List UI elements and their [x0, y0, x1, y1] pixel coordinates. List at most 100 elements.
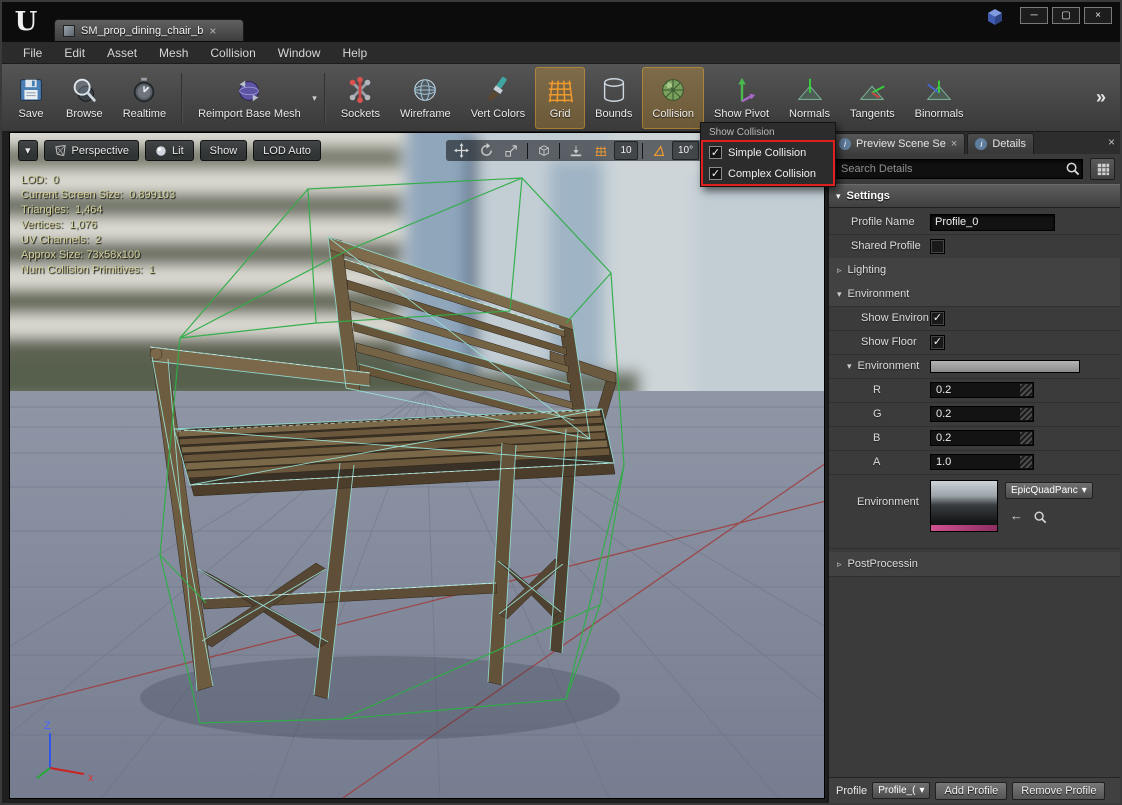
search-details-input[interactable]	[834, 159, 1083, 179]
vert-colors-button[interactable]: Vert Colors	[461, 67, 535, 129]
menu-collision[interactable]: Collision	[199, 42, 266, 63]
browse-icon	[74, 78, 97, 102]
row-show-floor: Show Floor ✓	[829, 330, 1120, 354]
normals-icon	[797, 78, 822, 100]
tangents-button[interactable]: Tangents	[840, 67, 905, 129]
tab-close-icon[interactable]: ×	[951, 138, 957, 150]
remove-profile-button[interactable]: Remove Profile	[1012, 781, 1106, 800]
perspective-button[interactable]: Perspective	[43, 140, 140, 161]
color-g-input[interactable]: 0.2	[930, 406, 1034, 422]
add-profile-button[interactable]: Add Profile	[935, 781, 1008, 800]
row-lighting-category[interactable]: ▹ Lighting	[829, 258, 1120, 282]
reimport-base-mesh-button[interactable]: Reimport Base Mesh ▾	[188, 67, 319, 129]
surface-snap-button[interactable]	[564, 141, 587, 160]
simple-collision-checkbox[interactable]: ✓	[709, 146, 722, 159]
scale-tool-button[interactable]	[500, 141, 523, 160]
profile-name-input[interactable]	[930, 213, 1055, 231]
expand-arrow-icon[interactable]: ▾	[836, 191, 841, 202]
asset-tab[interactable]: SM_prop_dining_chair_b ×	[54, 19, 244, 41]
coordinate-system-button[interactable]	[532, 141, 555, 160]
toolbar-separator	[559, 142, 560, 159]
collapse-arrow-icon[interactable]: ▹	[837, 265, 842, 276]
rotate-tool-button[interactable]	[475, 141, 498, 160]
lit-button[interactable]: Lit	[145, 140, 194, 161]
viewport[interactable]: Z x ▾ Perspective Lit Show LOD Auto 10 1…	[9, 132, 825, 799]
settings-section-header[interactable]: ▾ Settings	[829, 184, 1120, 208]
realtime-button[interactable]: Realtime	[113, 67, 176, 129]
search-icon[interactable]	[1065, 161, 1080, 176]
details-panel: i Preview Scene Se × i Details × ▾ Setti…	[827, 132, 1120, 803]
binormals-button[interactable]: Binormals	[905, 67, 974, 129]
angle-snap-button[interactable]	[647, 141, 670, 160]
menu-file[interactable]: File	[12, 42, 53, 63]
toolbar-separator	[323, 72, 326, 123]
unreal-engine-logo-icon: U	[14, 7, 38, 37]
bounds-button[interactable]: Bounds	[585, 67, 642, 129]
spinner-grip-icon[interactable]	[1020, 408, 1032, 420]
color-r-input[interactable]: 0.2	[930, 382, 1034, 398]
lod-auto-button[interactable]: LOD Auto	[253, 140, 321, 161]
profile-footer: Profile Profile_( ▾ Add Profile Remove P…	[829, 777, 1120, 803]
close-button[interactable]: ×	[1084, 7, 1112, 24]
main-toolbar: Save Browse Realtime Reimport Base Mesh …	[2, 64, 1120, 132]
asset-tab-close-icon[interactable]: ×	[209, 25, 216, 37]
menu-mesh[interactable]: Mesh	[148, 42, 199, 63]
tab-details[interactable]: i Details	[967, 133, 1034, 154]
complex-collision-checkbox[interactable]: ✓	[709, 167, 722, 180]
angle-snap-value[interactable]: 10°	[672, 141, 700, 160]
menu-item-complex-collision[interactable]: ✓ Complex Collision	[703, 163, 833, 184]
row-environment-category[interactable]: ▾ Environment	[829, 282, 1120, 306]
browse-button[interactable]: Browse	[56, 67, 113, 129]
show-button[interactable]: Show	[199, 140, 248, 161]
save-button[interactable]: Save	[6, 67, 56, 129]
show-floor-checkbox[interactable]: ✓	[930, 334, 945, 350]
browse-to-asset-icon[interactable]	[1033, 510, 1047, 524]
toolbar-separator	[527, 142, 528, 159]
menu-item-simple-collision[interactable]: ✓ Simple Collision	[703, 142, 833, 163]
chevron-down-icon: ▾	[919, 785, 925, 796]
row-postproc-category[interactable]: ▹ PostProcessin	[829, 552, 1120, 576]
minimize-button[interactable]: ─	[1020, 7, 1048, 24]
menu-edit[interactable]: Edit	[53, 42, 96, 63]
tab-preview-scene-settings[interactable]: i Preview Scene Se ×	[831, 133, 966, 154]
color-b-input[interactable]: 0.2	[930, 430, 1034, 446]
grid-snap-value[interactable]: 10	[614, 141, 638, 160]
normals-button[interactable]: Normals	[779, 67, 840, 129]
translate-tool-button[interactable]	[450, 141, 473, 160]
cubemap-thumbnail[interactable]	[930, 480, 998, 532]
row-color-a: A 1.0	[829, 450, 1120, 474]
grid-button[interactable]: Grid	[535, 66, 586, 129]
world-cube-icon	[538, 144, 549, 156]
environment-color-swatch[interactable]	[930, 359, 1080, 373]
show-environment-checkbox[interactable]: ✓	[930, 310, 945, 326]
shared-profile-checkbox[interactable]	[930, 238, 945, 254]
wireframe-button[interactable]: Wireframe	[390, 67, 461, 129]
color-a-input[interactable]: 1.0	[930, 454, 1034, 470]
collision-button[interactable]: Collision	[642, 66, 704, 129]
grid-icon	[548, 80, 574, 103]
expand-arrow-icon[interactable]: ▾	[837, 289, 842, 300]
menu-help[interactable]: Help	[331, 42, 378, 63]
menu-window[interactable]: Window	[267, 42, 332, 63]
spinner-grip-icon[interactable]	[1020, 432, 1032, 444]
surface-snap-icon	[570, 145, 581, 156]
viewport-options-button[interactable]: ▾	[18, 140, 38, 161]
spinner-grip-icon[interactable]	[1020, 456, 1032, 468]
panel-close-icon[interactable]: ×	[1108, 135, 1115, 149]
grid-snap-button[interactable]	[589, 141, 612, 160]
use-selected-asset-icon[interactable]: ←	[1010, 508, 1023, 523]
toolbar-overflow-chevron[interactable]: »	[1086, 87, 1116, 108]
view-options-button[interactable]	[1090, 158, 1115, 180]
binormals-icon	[926, 80, 952, 100]
show-pivot-button[interactable]: Show Pivot	[704, 67, 779, 129]
reimport-caret-icon[interactable]: ▾	[312, 93, 317, 104]
menu-asset[interactable]: Asset	[96, 42, 148, 63]
maximize-button[interactable]: ▢	[1052, 7, 1080, 24]
profile-select-dropdown[interactable]: Profile_( ▾	[872, 782, 931, 799]
expand-arrow-icon[interactable]: ▾	[847, 361, 852, 372]
cubemap-asset-dropdown[interactable]: EpicQuadPanc ▾	[1005, 482, 1093, 499]
collapse-arrow-icon[interactable]: ▹	[837, 559, 842, 570]
tangents-icon	[860, 85, 885, 100]
sockets-button[interactable]: Sockets	[331, 67, 390, 129]
spinner-grip-icon[interactable]	[1020, 384, 1032, 396]
